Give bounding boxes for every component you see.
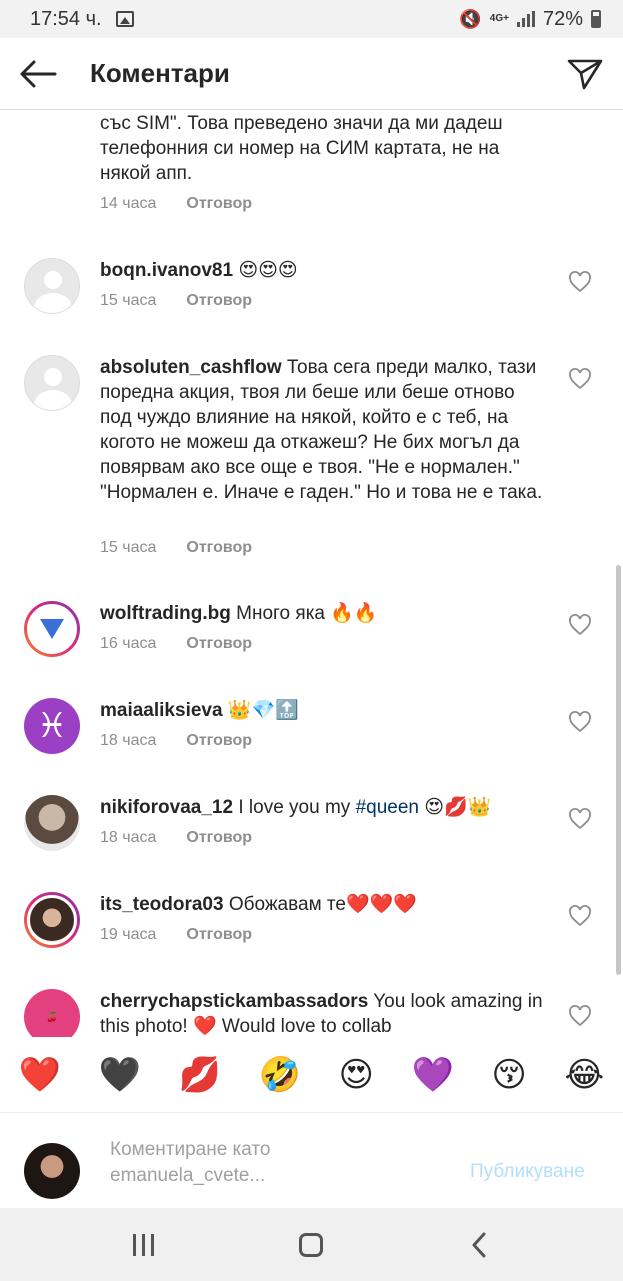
- red-heart-emoji-button[interactable]: ❤️: [19, 1055, 61, 1095]
- comment-time: 19 часа: [100, 926, 157, 943]
- avatar[interactable]: [24, 601, 80, 657]
- home-icon: [299, 1232, 324, 1257]
- tears-of-joy-emoji-button[interactable]: 😂: [564, 1055, 604, 1095]
- heart-outline-icon[interactable]: [568, 710, 592, 734]
- comment-username[interactable]: nikiforovaa_12: [100, 797, 233, 818]
- comment-time: 16 часа: [100, 635, 157, 652]
- avatar[interactable]: [24, 795, 80, 851]
- comment-text: със SIM". Това преведено значи да ми дад…: [100, 113, 503, 184]
- page-title: Коментари: [90, 58, 230, 88]
- kiss-mark-emoji-button[interactable]: 💋: [179, 1055, 221, 1095]
- black-heart-emoji-button[interactable]: 🖤: [99, 1055, 141, 1095]
- signal-icon: [516, 11, 535, 27]
- status-time: 17:54 ч.: [30, 7, 102, 30]
- heart-outline-icon[interactable]: [568, 613, 592, 637]
- reply-button[interactable]: Отговор: [186, 829, 252, 847]
- comment-username[interactable]: its_teodora03: [100, 894, 224, 915]
- reply-button[interactable]: Отговор: [186, 732, 252, 750]
- emoji-quick-bar: ❤️ 🖤 💋 🤣 😍 💜 😚 😂: [0, 1037, 623, 1113]
- comment-text: Обожавам те❤️❤️❤️: [228, 894, 417, 915]
- avatar[interactable]: [24, 892, 80, 948]
- heart-outline-icon[interactable]: [568, 904, 592, 928]
- comment-composer: Коментиране като emanuela_cvete... Публи…: [0, 1113, 623, 1208]
- comment-username[interactable]: boqn.ivanov81: [100, 260, 233, 281]
- paper-plane-icon: [567, 59, 603, 89]
- pisces-icon: ♓: [36, 706, 68, 746]
- status-bar: 17:54 ч. 🔇 4G+ 72%: [0, 0, 623, 38]
- reply-button[interactable]: Отговор: [186, 635, 252, 653]
- scrollbar[interactable]: [616, 565, 621, 975]
- comment-time: 18 часа: [100, 732, 157, 749]
- comment-text: 👑💎🔝: [227, 700, 299, 721]
- heart-outline-icon[interactable]: [568, 270, 592, 294]
- recents-button[interactable]: [114, 1215, 174, 1275]
- share-button[interactable]: [547, 38, 623, 110]
- comment-input[interactable]: [108, 1135, 448, 1195]
- image-notification-icon: [115, 11, 134, 27]
- reply-button[interactable]: Отговор: [186, 539, 252, 557]
- comment-time: 15 часа: [100, 539, 157, 556]
- chevron-left-icon: [472, 1232, 486, 1257]
- comments-list[interactable]: със SIM". Това преведено значи да ми дад…: [0, 111, 623, 1037]
- comment-text-end: 😍💋👑: [418, 797, 492, 818]
- comment-username[interactable]: wolftrading.bg: [100, 603, 231, 624]
- mute-icon: 🔇: [459, 8, 482, 29]
- system-nav-bar: [0, 1208, 623, 1281]
- avatar[interactable]: 🍒: [24, 989, 80, 1037]
- avatar[interactable]: ♓: [24, 698, 80, 754]
- network-type: 4G+: [489, 13, 509, 24]
- reply-button[interactable]: Отговор: [186, 195, 252, 213]
- battery-icon: [591, 10, 601, 28]
- comment-username[interactable]: absoluten_cashflow: [100, 357, 282, 378]
- avatar[interactable]: [24, 355, 80, 411]
- comment-text: Това сега преди малко, тази поредна акци…: [100, 357, 543, 503]
- reply-button[interactable]: Отговор: [186, 292, 252, 310]
- header: Коментари: [0, 38, 623, 110]
- heart-eyes-emoji-button[interactable]: 😍: [338, 1055, 373, 1095]
- purple-heart-emoji-button[interactable]: 💜: [412, 1055, 454, 1095]
- heart-outline-icon[interactable]: [568, 367, 592, 391]
- comment-text: I love you my: [238, 797, 356, 818]
- comment-text: 😍😍😍: [238, 260, 298, 281]
- comment-time: 18 часа: [100, 829, 157, 846]
- hashtag-link[interactable]: #queen: [356, 797, 419, 818]
- comment-text: Много яка 🔥🔥: [236, 603, 378, 624]
- avatar[interactable]: [24, 258, 80, 314]
- battery-percent: 72%: [542, 7, 583, 30]
- heart-outline-icon[interactable]: [568, 1004, 592, 1028]
- system-back-button[interactable]: [449, 1215, 509, 1275]
- back-button[interactable]: [0, 38, 76, 110]
- cherry-chapstick-logo-icon: 🍒: [46, 1011, 58, 1022]
- wolf-logo-icon: [40, 619, 64, 639]
- reply-button[interactable]: Отговор: [186, 926, 252, 944]
- comment-username[interactable]: maiaaliksieva: [100, 700, 223, 721]
- comment-time: 15 часа: [100, 292, 157, 309]
- kissing-emoji-button[interactable]: 😚: [491, 1055, 526, 1095]
- comment-username[interactable]: cherrychapstickambassadors: [100, 991, 368, 1012]
- current-user-avatar: [24, 1143, 80, 1199]
- rofl-emoji-button[interactable]: 🤣: [259, 1055, 301, 1095]
- heart-outline-icon[interactable]: [568, 807, 592, 831]
- arrow-left-icon: [20, 60, 57, 87]
- comment: със SIM". Това преведено значи да ми дад…: [0, 111, 623, 226]
- comment-time: 14 часа: [100, 195, 157, 212]
- home-button[interactable]: [281, 1215, 341, 1275]
- post-button[interactable]: Публикуване: [470, 1161, 585, 1183]
- recents-icon: [133, 1233, 155, 1256]
